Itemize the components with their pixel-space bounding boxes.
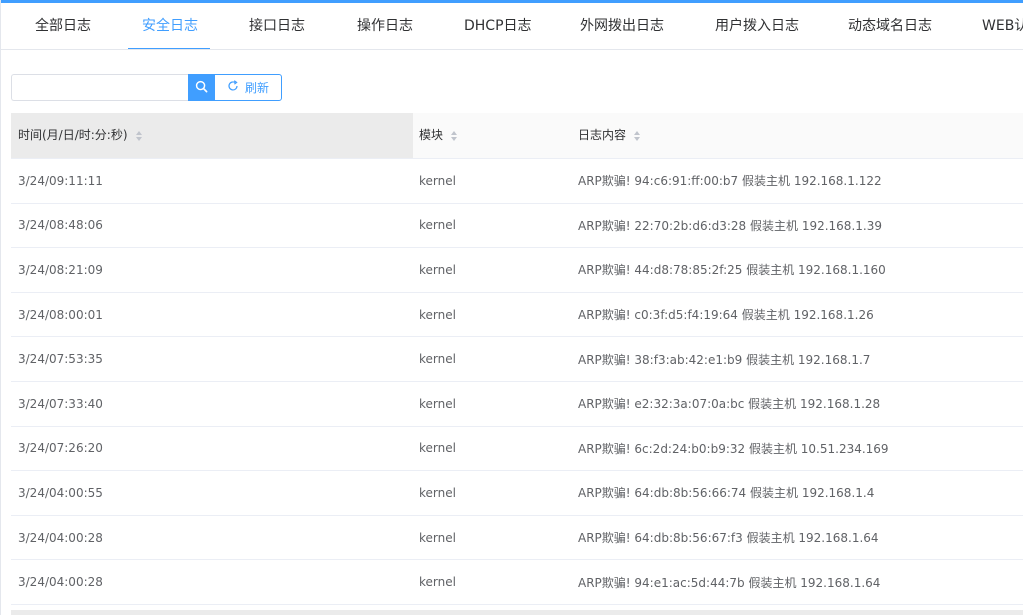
column-header-time-label: 时间(月/日/时:分:秒) (18, 128, 128, 142)
table-row: 3/24/08:48:06 kernel ARP欺骗! 22:70:2b:d6:… (11, 203, 1023, 249)
cell-time: 3/24/07:33:40 (18, 396, 103, 411)
tab-all-logs[interactable]: 全部日志 (35, 3, 91, 49)
cell-time: 3/24/08:21:09 (18, 262, 103, 277)
left-border (0, 0, 1, 615)
cell-time: 3/24/08:48:06 (18, 218, 103, 233)
search-icon (195, 78, 208, 97)
cell-content: ARP欺骗! e2:32:3a:07:0a:bc 假装主机 192.168.1.… (578, 397, 881, 412)
table-row: 3/24/09:11:11 kernel ARP欺骗! 94:c6:91:ff:… (11, 159, 1023, 204)
table-row: 3/24/07:26:20 kernel ARP欺骗! 6c:2d:24:b0:… (11, 427, 1023, 472)
log-tabs: 全部日志 安全日志 接口日志 操作日志 DHCP日志 外网拨出日志 用户拨入日志… (0, 3, 1023, 50)
cell-time: 3/24/07:26:20 (18, 441, 103, 456)
refresh-button[interactable]: 刷新 (214, 74, 282, 101)
table-row: 3/24/08:21:09 kernel ARP欺骗! 44:d8:78:85:… (11, 248, 1023, 293)
search-button[interactable] (188, 74, 214, 101)
cell-module: kernel (419, 485, 456, 500)
cell-module: kernel (419, 218, 456, 233)
cell-content: ARP欺骗! 94:e1:ac:5d:44:7b 假装主机 192.168.1.… (578, 575, 881, 590)
cell-content: ARP欺骗! 6c:2d:24:b0:b9:32 假装主机 10.51.234.… (578, 441, 889, 456)
cell-content: ARP欺骗! 22:70:2b:d6:d3:28 假装主机 192.168.1.… (578, 218, 882, 233)
cell-content: ARP欺骗! 44:d8:78:85:2f:25 假装主机 192.168.1.… (578, 263, 886, 278)
cell-module: kernel (419, 575, 456, 590)
cell-time: 3/24/04:00:55 (18, 485, 103, 500)
sort-caret-icon[interactable] (451, 130, 458, 141)
column-header-content[interactable]: 日志内容 (578, 113, 641, 158)
table-row: 3/24/04:00:55 kernel ARP欺骗! 64:db:8b:56:… (11, 471, 1023, 516)
cell-module: kernel (419, 396, 456, 411)
cell-time: 3/24/07:53:35 (18, 352, 103, 367)
sort-caret-icon[interactable] (135, 130, 142, 141)
table-row: 3/24/04:00:28 kernel ARP欺骗! 94:e1:ac:5d:… (11, 560, 1023, 605)
column-header-module-label: 模块 (419, 128, 444, 142)
refresh-icon (227, 80, 239, 95)
table-row: 3/24/04:00:28 kernel ARP欺骗! 64:db:8b:56:… (11, 516, 1023, 561)
table-body: 3/24/09:11:11 kernel ARP欺骗! 94:c6:91:ff:… (11, 159, 1023, 605)
tab-user-dialin-logs[interactable]: 用户拨入日志 (715, 3, 799, 49)
cell-content: ARP欺骗! c0:3f:d5:f4:19:64 假装主机 192.168.1.… (578, 308, 874, 323)
cell-module: kernel (419, 352, 456, 367)
table-row: 3/24/08:00:01 kernel ARP欺骗! c0:3f:d5:f4:… (11, 292, 1023, 338)
column-header-module[interactable]: 模块 (419, 113, 458, 158)
horizontal-scrollbar[interactable] (11, 610, 1023, 615)
tab-ddns-logs[interactable]: 动态域名日志 (848, 3, 932, 49)
cell-module: kernel (419, 262, 456, 277)
refresh-label: 刷新 (244, 81, 269, 95)
cell-content: ARP欺骗! 64:db:8b:56:67:f3 假装主机 192.168.1.… (578, 531, 879, 546)
cell-module: kernel (419, 530, 456, 545)
tab-operation-logs[interactable]: 操作日志 (357, 3, 413, 49)
sort-caret-icon[interactable] (634, 130, 641, 141)
column-header-content-label: 日志内容 (578, 128, 627, 142)
cell-time: 3/24/04:00:28 (18, 530, 103, 545)
search-input[interactable] (11, 74, 189, 101)
cell-time: 3/24/09:11:11 (18, 173, 103, 188)
tab-interface-logs[interactable]: 接口日志 (249, 3, 305, 49)
cell-module: kernel (419, 441, 456, 456)
tab-dhcp-logs[interactable]: DHCP日志 (464, 3, 532, 49)
security-log-table: 时间(月/日/时:分:秒) 模块 日志内容 3/24/09:11:11 kern… (11, 113, 1023, 605)
table-header: 时间(月/日/时:分:秒) 模块 日志内容 (11, 113, 1023, 159)
cell-content: ARP欺骗! 64:db:8b:56:66:74 假装主机 192.168.1.… (578, 486, 875, 501)
cell-content: ARP欺骗! 38:f3:ab:42:e1:b9 假装主机 192.168.1.… (578, 352, 871, 367)
table-row: 3/24/07:53:35 kernel ARP欺骗! 38:f3:ab:42:… (11, 337, 1023, 382)
cell-module: kernel (419, 173, 456, 188)
tab-security-logs[interactable]: 安全日志 (142, 3, 198, 49)
tab-wan-dialout-logs[interactable]: 外网拨出日志 (580, 3, 664, 49)
cell-time: 3/24/04:00:28 (18, 575, 103, 590)
active-tab-indicator (128, 48, 210, 49)
cell-time: 3/24/08:00:01 (18, 307, 103, 322)
table-row: 3/24/07:33:40 kernel ARP欺骗! e2:32:3a:07:… (11, 381, 1023, 427)
tab-web-auth-logs[interactable]: WEB认 (982, 3, 1023, 49)
column-header-time[interactable]: 时间(月/日/时:分:秒) (18, 113, 142, 158)
cell-content: ARP欺骗! 94:c6:91:ff:00:b7 假装主机 192.168.1.… (578, 174, 882, 189)
cell-module: kernel (419, 307, 456, 322)
